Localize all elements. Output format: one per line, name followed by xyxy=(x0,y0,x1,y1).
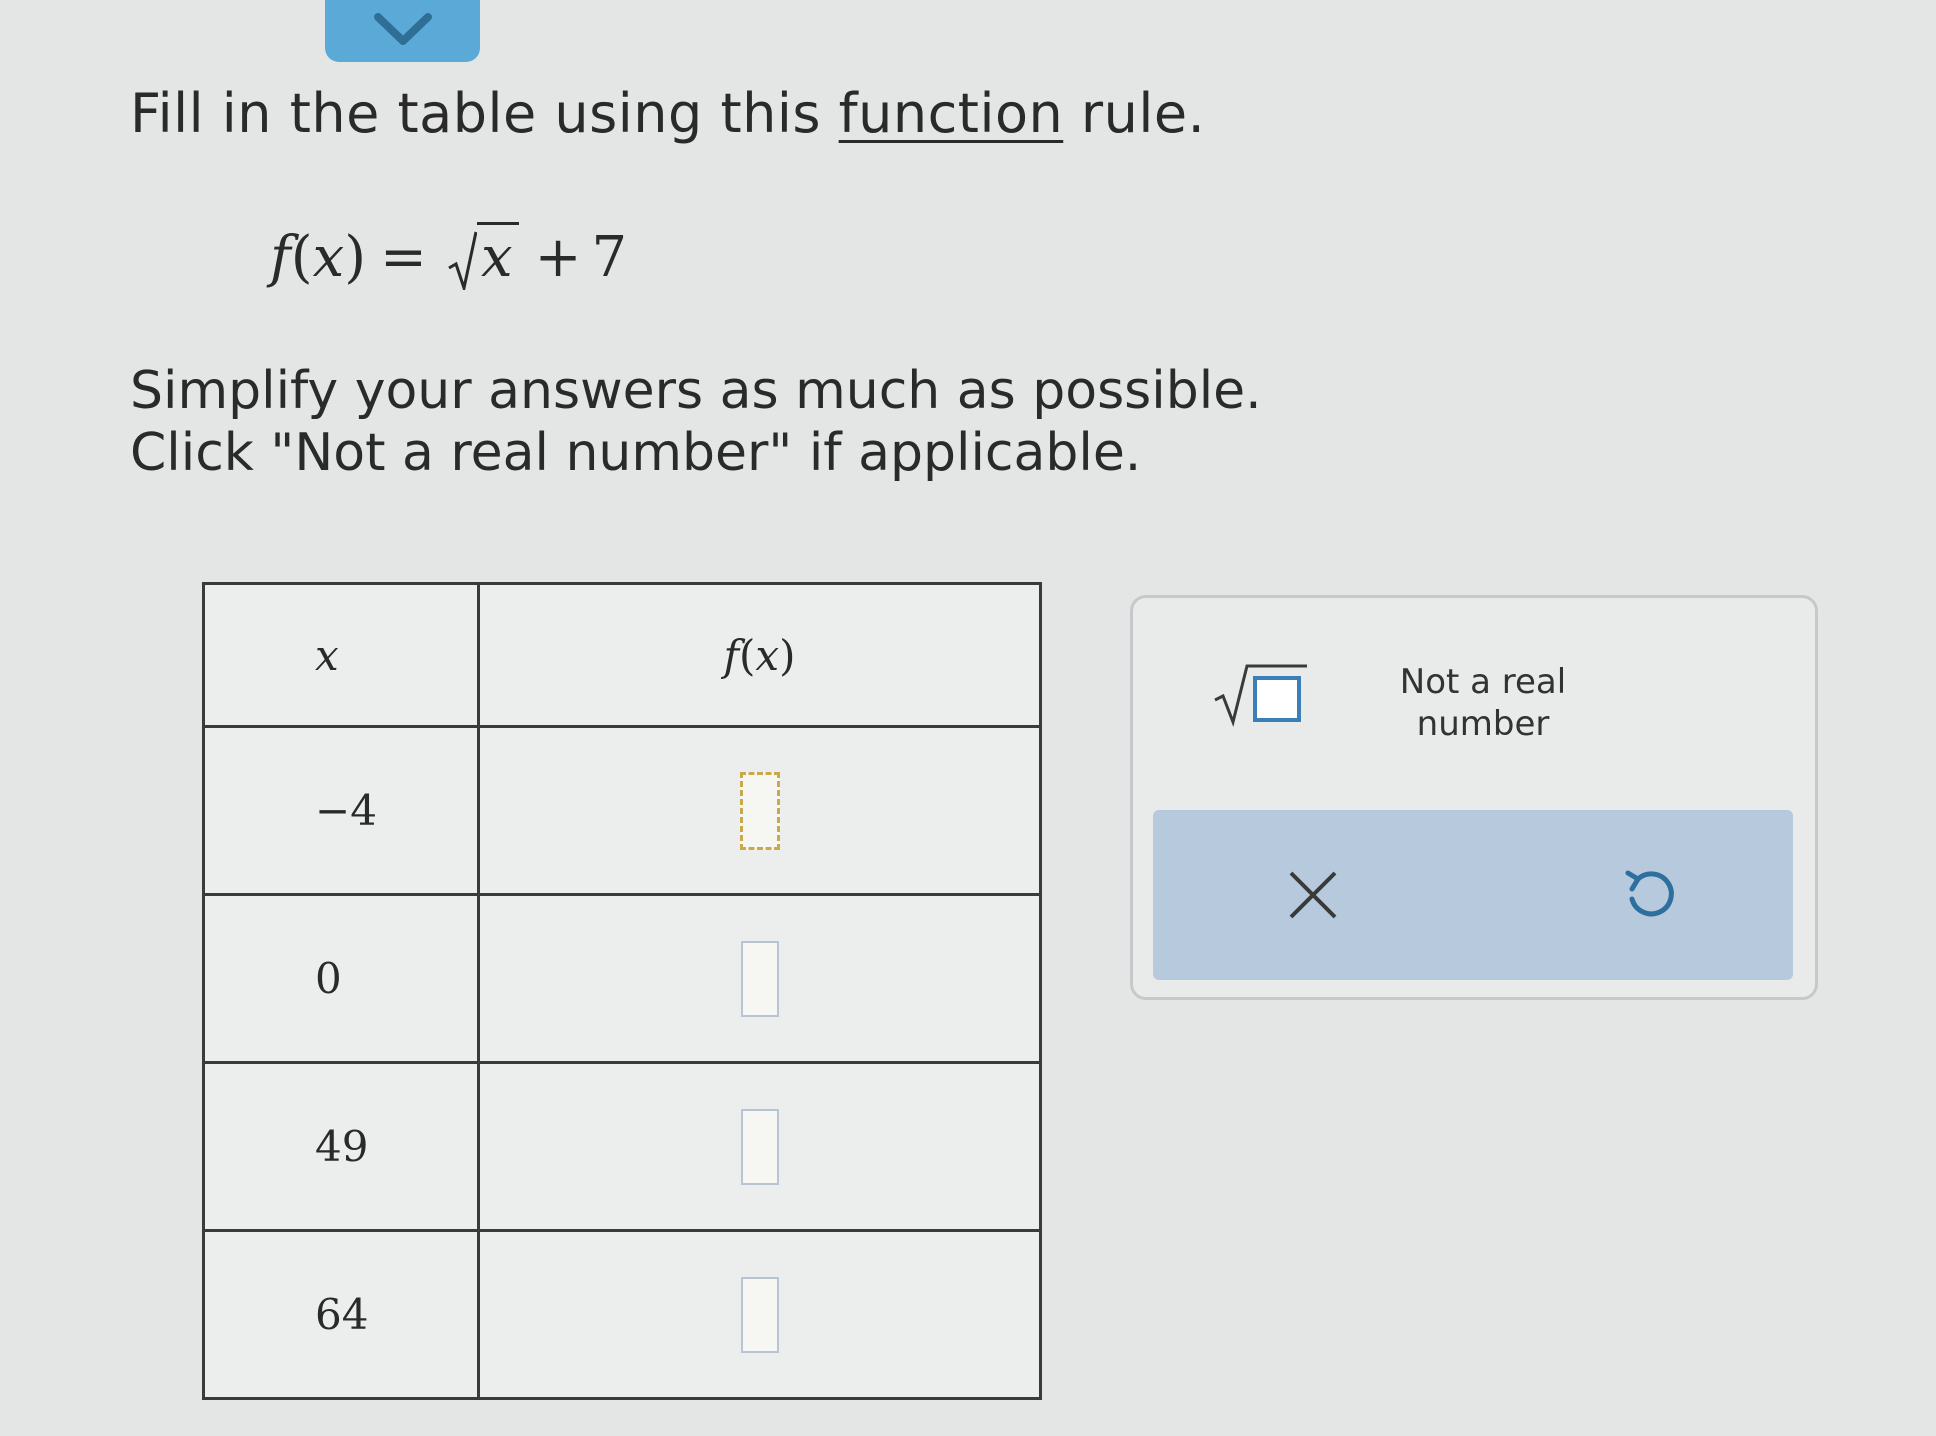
instruction-line-2: Click "Not a real number" if applicable. xyxy=(130,423,1142,483)
x-value: −4 xyxy=(202,725,480,896)
x-value: 64 xyxy=(202,1229,480,1400)
header-x: x xyxy=(202,582,480,728)
table-row: −4 xyxy=(202,725,1042,896)
header-fx: f(x) xyxy=(477,582,1042,728)
function-rule: f(x) = x +7 xyxy=(270,222,627,290)
table-header-row: x f(x) xyxy=(202,582,1042,728)
math-palette: Not a real number xyxy=(1130,595,1818,1000)
instruction-title: Fill in the table using this function ru… xyxy=(130,82,1206,145)
x-value: 49 xyxy=(202,1061,480,1232)
chevron-down-icon xyxy=(373,13,432,45)
function-table: x f(x) −4 0 49 64 xyxy=(202,582,1042,1400)
instructions: Simplify your answers as much as possibl… xyxy=(130,360,1262,484)
table-row: 0 xyxy=(202,893,1042,1064)
clear-button[interactable] xyxy=(1273,855,1353,935)
answer-input[interactable] xyxy=(739,771,780,850)
instruction-line-1: Simplify your answers as much as possibl… xyxy=(130,361,1262,421)
x-icon xyxy=(1289,871,1337,919)
x-value: 0 xyxy=(202,893,480,1064)
table-row: 49 xyxy=(202,1061,1042,1232)
not-a-real-number-button[interactable]: Not a real number xyxy=(1373,638,1593,768)
sqrt-template-icon xyxy=(1214,664,1307,727)
action-bar xyxy=(1153,810,1793,980)
undo-button[interactable] xyxy=(1608,855,1688,935)
answer-input[interactable] xyxy=(740,940,779,1017)
answer-input[interactable] xyxy=(740,1108,779,1185)
table-row: 64 xyxy=(202,1229,1042,1400)
function-link[interactable]: function xyxy=(839,82,1064,145)
collapse-tab[interactable] xyxy=(325,0,480,62)
undo-icon xyxy=(1625,870,1674,917)
radical: x xyxy=(447,222,519,290)
answer-input[interactable] xyxy=(740,1276,779,1353)
sqrt-button[interactable] xyxy=(1201,648,1321,738)
